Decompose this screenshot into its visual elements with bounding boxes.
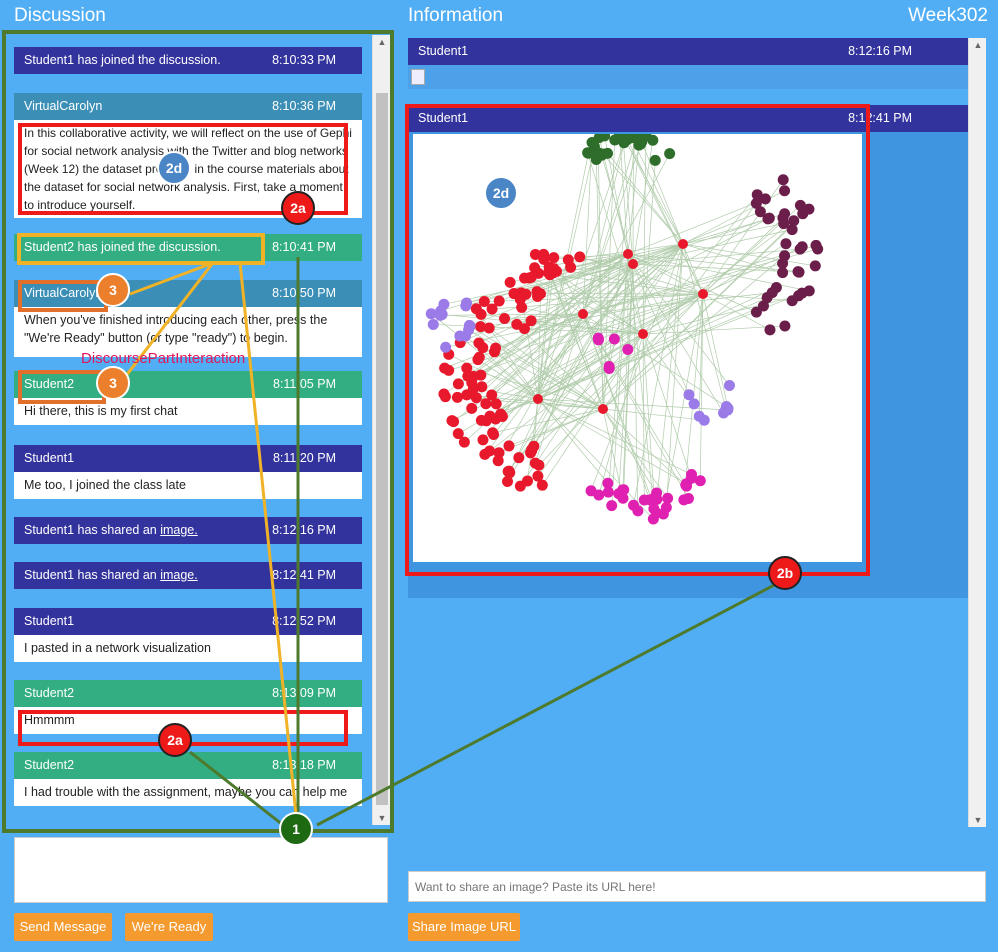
discourse-part-interaction-label: DiscoursePartInteraction [81, 350, 246, 367]
marker-2a-bottom: 2a [158, 723, 192, 757]
marker-1: 1 [279, 812, 313, 846]
marker-2b: 2b [768, 556, 802, 590]
annotation-lines [120, 257, 781, 827]
marker-3-top: 3 [96, 273, 130, 307]
marker-3-bottom: 3 [96, 366, 130, 400]
marker-2a-top: 2a [281, 191, 315, 225]
marker-2d-left: 2d [157, 151, 191, 185]
marker-2d-right: 2d [484, 176, 518, 210]
